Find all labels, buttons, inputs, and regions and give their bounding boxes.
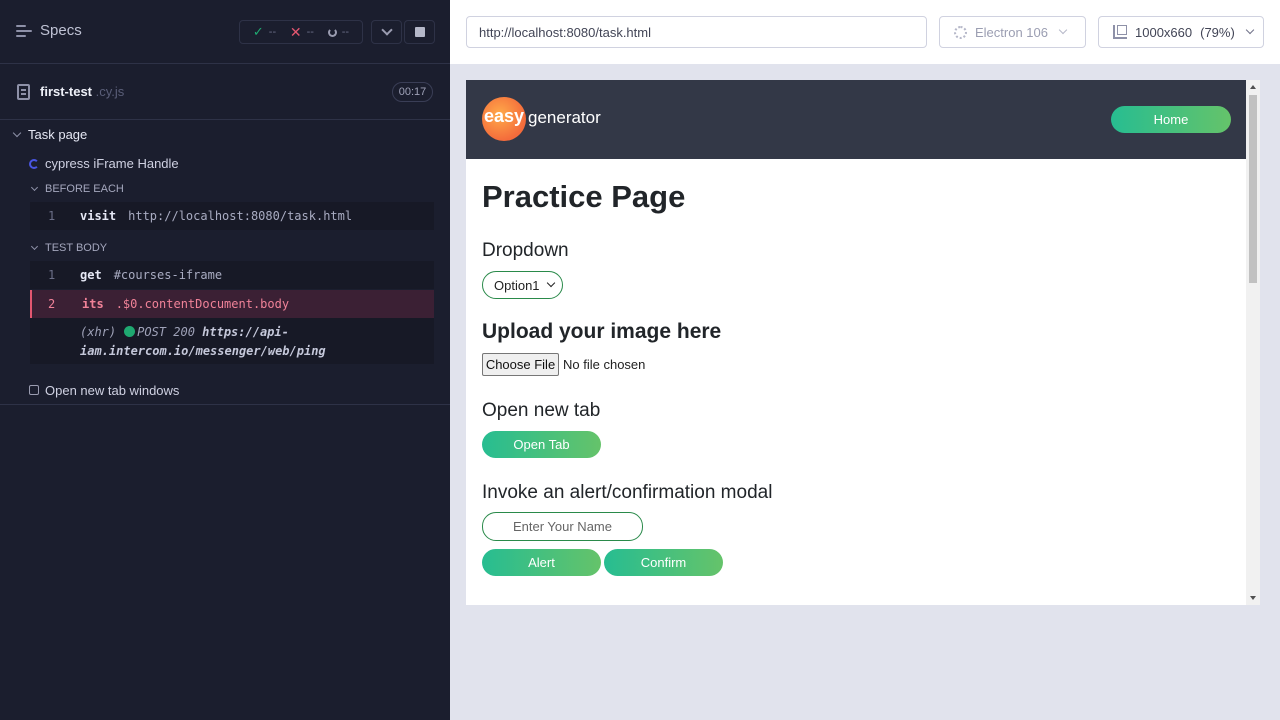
open-tab-button[interactable]: Open Tab — [482, 431, 601, 458]
scroll-up-icon[interactable] — [1250, 85, 1256, 89]
app-header: easy generator Home — [466, 80, 1260, 159]
passed-stat: ✓ -- — [252, 24, 277, 39]
caret-down-icon — [30, 242, 39, 251]
dropdown-select[interactable]: Option1 — [482, 271, 563, 299]
confirm-button[interactable]: Confirm — [604, 549, 723, 576]
reporter-header: Specs ✓ -- ✕ -- -- — [0, 0, 450, 64]
electron-icon — [954, 25, 967, 39]
scrollbar-thumb[interactable] — [1249, 95, 1257, 283]
caret-down-icon — [30, 183, 39, 192]
preview-scrollbar[interactable] — [1246, 80, 1260, 605]
command-row[interactable]: 1 get #courses-iframe — [30, 261, 434, 289]
test-title-pending[interactable]: Open new tab windows — [0, 376, 450, 405]
dropdown-heading: Dropdown — [482, 240, 569, 261]
pending-square-icon — [29, 385, 39, 395]
hook-before-each[interactable]: BEFORE EACH — [30, 183, 124, 195]
home-button[interactable]: Home — [1111, 106, 1231, 133]
open-tab-heading: Open new tab — [482, 400, 601, 421]
alert-button[interactable]: Alert — [482, 549, 601, 576]
file-status-text: No file chosen — [563, 357, 646, 372]
specs-label: Specs — [40, 22, 82, 39]
app-preview: easy generator Home Practice Page Dropdo… — [466, 80, 1260, 605]
spec-duration: 00:17 — [392, 82, 433, 102]
logo-easy-text: easy — [484, 106, 525, 126]
stop-icon — [414, 27, 425, 37]
logo-generator-text: generator — [528, 108, 601, 127]
ruler-icon — [1113, 25, 1127, 39]
spec-name: first-test .cy.js — [40, 84, 125, 99]
scroll-down-icon[interactable] — [1250, 596, 1256, 600]
browser-select[interactable]: Electron 106 — [939, 16, 1086, 48]
chevron-down-icon — [1245, 25, 1255, 35]
command-row-failed[interactable]: 2 its .$0.contentDocument.body — [30, 290, 434, 318]
stop-button[interactable] — [404, 20, 435, 44]
check-icon: ✓ — [252, 24, 264, 39]
collapse-button[interactable] — [371, 20, 402, 44]
specs-toggle-button[interactable]: Specs — [16, 22, 82, 39]
choose-file-button[interactable]: Choose File — [482, 353, 559, 376]
reporter-panel: Specs ✓ -- ✕ -- -- first-test .cy.js 00:17… — [0, 0, 450, 720]
viewport-select[interactable]: 1000x660 (79%) — [1098, 16, 1264, 48]
command-row[interactable]: 1 visit http://localhost:8080/task.html — [30, 202, 434, 230]
running-spinner-icon — [29, 158, 39, 169]
cross-icon: ✕ — [289, 23, 302, 40]
url-field[interactable]: http://localhost:8080/task.html — [466, 16, 927, 48]
chevron-down-icon — [546, 278, 555, 288]
test-title-running[interactable]: cypress iFrame Handle — [29, 156, 179, 171]
upload-heading: Upload your image here — [482, 320, 722, 343]
chevron-down-icon — [380, 24, 393, 36]
pending-stat: -- — [327, 26, 349, 38]
suite-title[interactable]: Task page — [12, 127, 87, 142]
preview-topbar: http://localhost:8080/task.html Electron… — [450, 0, 1280, 64]
test-stats: ✓ -- ✕ -- -- — [239, 20, 363, 44]
caret-down-icon — [12, 128, 22, 138]
xhr-log-row[interactable]: (xhr) POST 200 https://api- iam.intercom.… — [30, 318, 434, 364]
hook-test-body[interactable]: TEST BODY — [30, 242, 107, 254]
alert-heading: Invoke an alert/confirmation modal — [482, 482, 773, 503]
pending-icon — [327, 27, 337, 37]
document-icon — [17, 84, 30, 100]
spec-row: first-test .cy.js 00:17 — [0, 64, 450, 120]
failed-stat: ✕ -- — [289, 23, 314, 40]
name-input[interactable]: Enter Your Name — [482, 512, 643, 541]
status-dot-icon — [124, 326, 136, 337]
page-title: Practice Page — [482, 179, 686, 214]
chevron-down-icon — [1058, 25, 1068, 35]
specs-list-icon — [16, 24, 32, 38]
